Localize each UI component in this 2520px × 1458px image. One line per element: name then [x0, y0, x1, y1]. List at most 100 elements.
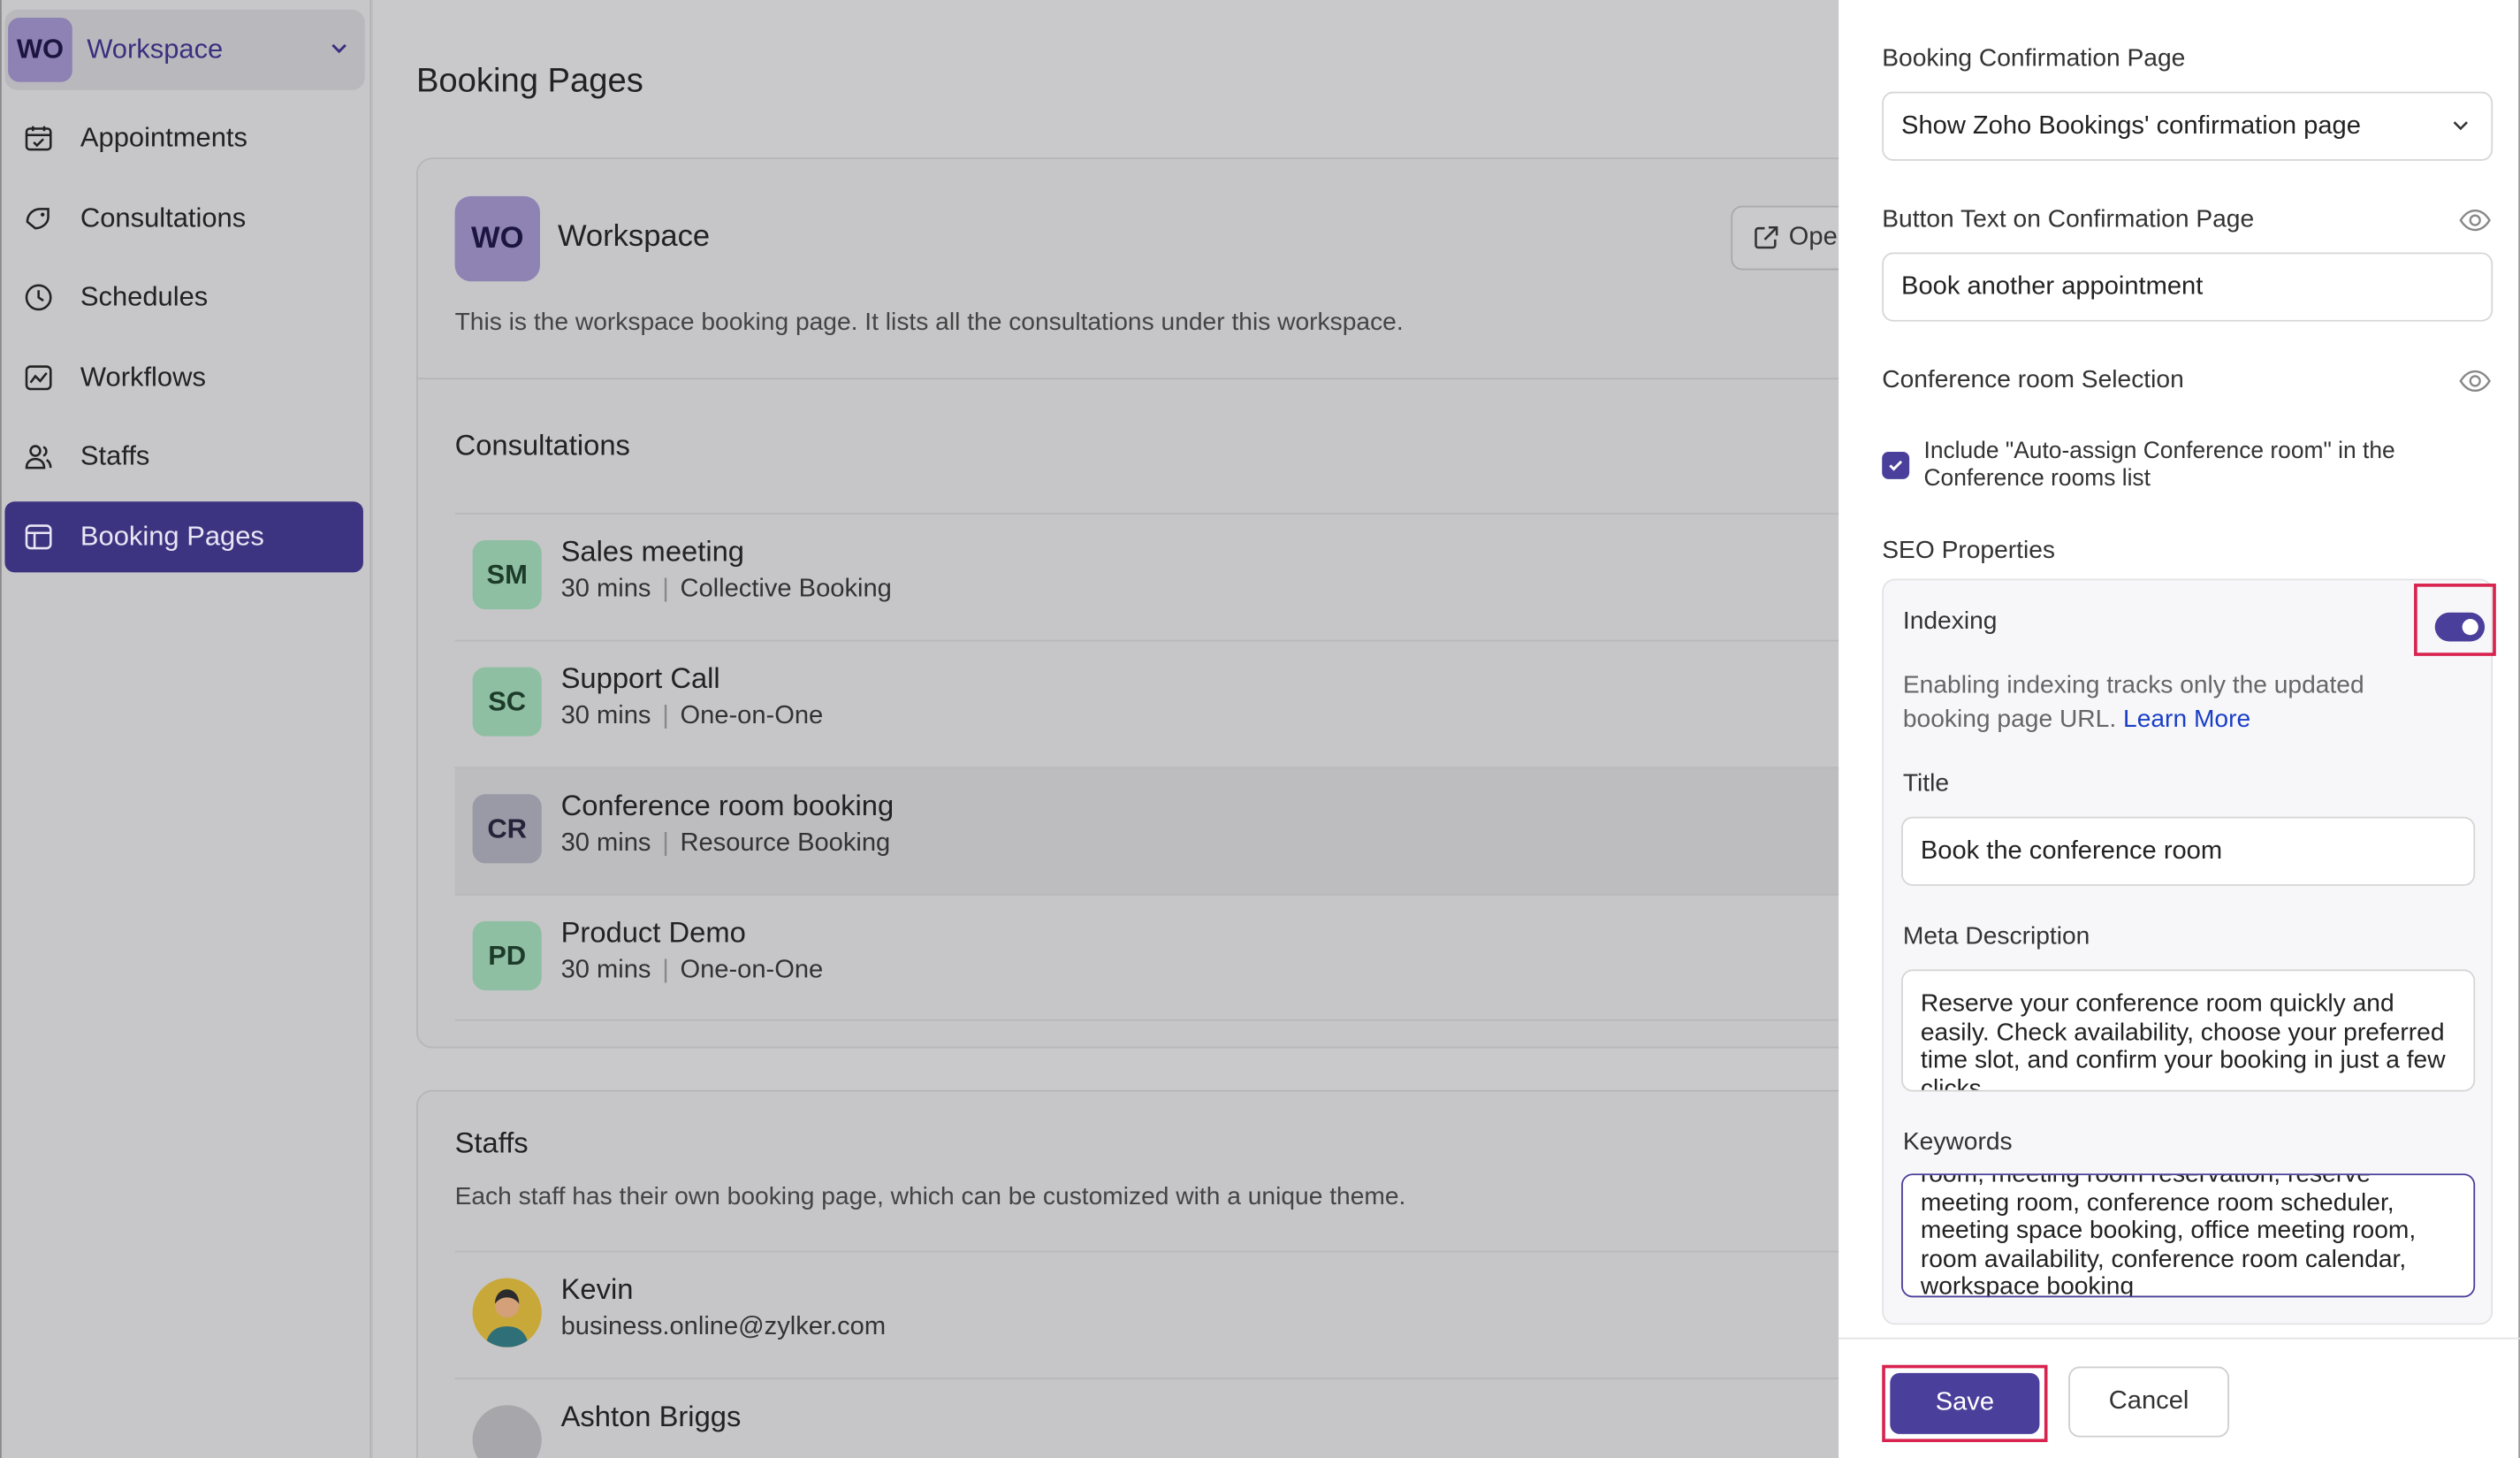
sidebar-item-label: Schedules — [80, 281, 209, 313]
cancel-button[interactable]: Cancel — [2068, 1366, 2229, 1438]
conference-room-label: Conference room Selection — [1882, 366, 2184, 394]
sidebar-item-staffs[interactable]: Staffs — [4, 422, 362, 492]
sidebar-item-label: Staffs — [80, 440, 150, 472]
learn-more-link[interactable]: Learn More — [2123, 705, 2250, 732]
consultation-meta: 30 mins | One-on-One — [561, 703, 824, 732]
sidebar-item-label: Booking Pages — [80, 521, 264, 552]
consultation-type: Collective Booking — [680, 575, 892, 603]
staffs-card: Staffs Each staff has their own booking … — [415, 1089, 1839, 1458]
workspace-card-name: Workspace — [557, 220, 711, 255]
external-link-icon — [1755, 226, 1778, 249]
sidebar-item-schedules[interactable]: Schedules — [4, 263, 362, 333]
sidebar-item-label: Workflows — [80, 361, 206, 393]
staff-row[interactable]: Kevin business.online@zylker.com — [454, 1250, 1839, 1378]
consultation-row[interactable]: CR Conference room booking 30 mins | Resou… — [454, 767, 1839, 894]
workspace-switcher[interactable]: WO Workspace — [4, 9, 365, 90]
eye-icon[interactable] — [2457, 363, 2493, 399]
sidebar-nav: Appointments Consultations Schedules Wor… — [2, 103, 373, 581]
staffs-description: Each staff has their own booking page, w… — [454, 1183, 1406, 1211]
toggle-highlight — [2414, 584, 2496, 656]
indexing-toggle[interactable] — [2434, 612, 2486, 642]
consultation-name: Product Demo — [560, 916, 746, 949]
workspace-card: WO Workspace Open This is the workspace … — [415, 157, 1839, 1049]
staff-row[interactable]: Ashton Briggs — [454, 1378, 1839, 1458]
users-icon — [21, 439, 57, 475]
open-button[interactable]: Open — [1731, 205, 1839, 271]
meta-description-label: Meta Description — [1902, 922, 2090, 950]
separator: | — [662, 702, 669, 730]
consultation-meta: 30 mins | Resource Booking — [561, 829, 891, 859]
keywords-label: Keywords — [1902, 1128, 2013, 1156]
consultation-type: One-on-One — [680, 956, 824, 984]
sidebar-item-appointments[interactable]: Appointments — [4, 103, 362, 173]
clock-icon — [21, 280, 57, 316]
sidebar: WO Workspace Appointments Consultations — [0, 0, 373, 1458]
staffs-title: Staffs — [454, 1126, 529, 1159]
consultation-row[interactable]: SM Sales meeting 30 mins | Collective Book… — [454, 513, 1839, 640]
consultation-duration: 30 mins — [560, 575, 651, 603]
button-text-value: Book another appointment — [1901, 272, 2204, 301]
consultation-row[interactable]: SC Support Call 30 mins | One-on-One — [454, 639, 1839, 767]
button-text-input[interactable]: Book another appointment — [1882, 252, 2493, 322]
seo-properties-label: SEO Properties — [1882, 537, 2056, 565]
sidebar-item-label: Appointments — [80, 122, 247, 153]
avatar — [472, 1278, 542, 1347]
consultation-meta: 30 mins | Collective Booking — [561, 576, 892, 605]
eye-icon[interactable] — [2457, 202, 2493, 238]
workspace-name: Workspace — [87, 34, 224, 65]
keywords-textarea[interactable]: room, meeting room reservation, reserve … — [1901, 1173, 2476, 1298]
meta-description-textarea[interactable]: Reserve your conference room quickly and… — [1901, 969, 2476, 1092]
consultation-avatar: CR — [472, 794, 542, 864]
consultation-name: Conference room booking — [560, 789, 895, 822]
workspace-description: This is the workspace booking page. It l… — [454, 309, 1404, 337]
consultations-title: Consultations — [454, 429, 630, 462]
keywords-text: room, meeting room reservation, reserve … — [1920, 1173, 2417, 1298]
sidebar-item-label: Consultations — [80, 202, 247, 233]
button-text-label: Button Text on Confirmation Page — [1882, 205, 2255, 233]
consultation-avatar: PD — [472, 920, 542, 991]
consultation-type: Resource Booking — [680, 829, 891, 858]
main-content: Booking Pages WO Workspace Open This is … — [372, 0, 1839, 1458]
consultation-duration: 30 mins — [560, 956, 651, 984]
layout-icon — [21, 519, 57, 554]
chevron-down-icon — [2453, 121, 2468, 131]
staff-email: business.online@zylker.com — [560, 1313, 887, 1341]
seo-properties-box: Indexing Enabling indexing tracks only t… — [1882, 578, 2496, 1325]
seo-title-input[interactable]: Book the conference room — [1901, 816, 2476, 886]
consultation-duration: 30 mins — [560, 702, 651, 730]
save-button[interactable]: Save — [1890, 1372, 2040, 1434]
sidebar-item-consultations[interactable]: Consultations — [4, 183, 362, 254]
auto-assign-checkbox[interactable] — [1882, 451, 1910, 479]
confirmation-page-label: Booking Confirmation Page — [1882, 44, 2186, 73]
consultation-avatar: SM — [472, 539, 542, 610]
consultation-duration: 30 mins — [560, 829, 651, 858]
check-icon — [1889, 460, 1903, 471]
confirmation-page-select[interactable]: Show Zoho Bookings' confirmation page — [1882, 91, 2493, 161]
auto-assign-label: Include "Auto-assign Conference room" in… — [1923, 439, 2395, 492]
consultation-avatar: SC — [472, 667, 542, 737]
consultation-meta: 30 mins | One-on-One — [561, 957, 824, 986]
consultation-name: Sales meeting — [560, 535, 745, 568]
divider — [1839, 1337, 2520, 1340]
staff-name: Ashton Briggs — [560, 1400, 742, 1433]
consultation-type: One-on-One — [680, 702, 824, 730]
open-button-label: Open — [1788, 223, 1839, 251]
divider — [417, 378, 1839, 380]
avatar — [472, 1405, 542, 1458]
separator: | — [662, 829, 669, 858]
sidebar-item-workflows[interactable]: Workflows — [4, 342, 362, 413]
settings-panel: Booking Confirmation Page Show Zoho Book… — [1839, 0, 2520, 1458]
chevron-down-icon — [330, 37, 349, 63]
workflow-icon — [21, 360, 57, 395]
workspace-badge: WO — [8, 18, 72, 82]
staff-name: Kevin — [560, 1273, 634, 1306]
indexing-label: Indexing — [1902, 607, 1998, 636]
page-title: Booking Pages — [415, 62, 643, 100]
sidebar-item-booking-pages[interactable]: Booking Pages — [4, 501, 363, 573]
consultation-name: Support Call — [560, 662, 720, 695]
save-highlight: Save — [1882, 1364, 2048, 1443]
confirmation-page-value: Show Zoho Bookings' confirmation page — [1901, 111, 2361, 140]
workspace-card-badge: WO — [454, 195, 540, 282]
tag-icon — [21, 201, 57, 236]
consultation-row[interactable]: PD Product Demo 30 mins | One-on-One — [454, 893, 1839, 1021]
